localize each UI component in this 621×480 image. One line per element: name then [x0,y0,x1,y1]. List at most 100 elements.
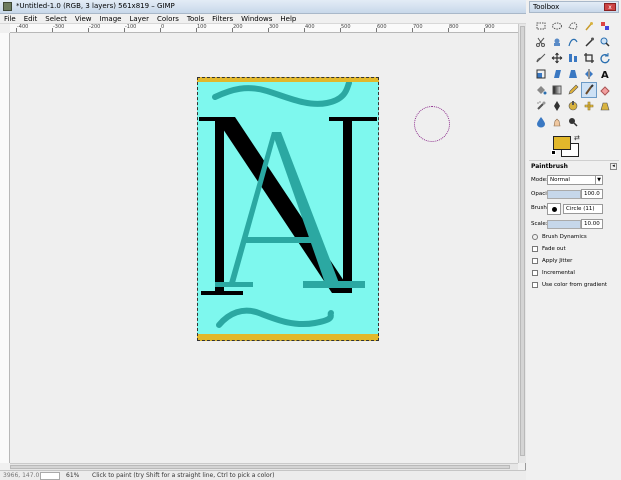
horizontal-scrollbar[interactable] [10,463,518,470]
airbrush-icon[interactable] [533,98,549,114]
image-canvas[interactable] [197,77,379,341]
measure-icon[interactable] [533,50,549,66]
select-by-color-icon[interactable] [597,18,613,34]
color-picker-icon[interactable] [581,34,597,50]
vertical-scrollbar[interactable] [518,24,526,463]
fuzzy-select-glyph [585,22,593,31]
rotate-glyph [600,53,610,64]
heal-icon[interactable] [581,98,597,114]
perspective-icon[interactable] [565,66,581,82]
fade-out-checkbox[interactable] [532,246,538,252]
foreground-color-swatch[interactable] [553,136,571,150]
ruler-tick-label: 300 [269,24,279,30]
free-select-icon[interactable] [565,18,581,34]
color-picker-glyph [585,37,594,47]
configure-tab-icon[interactable]: ◂ [610,163,617,170]
blend-icon[interactable] [549,82,565,98]
clone-icon[interactable] [565,98,581,114]
close-icon[interactable]: x [604,3,616,11]
zoom-level[interactable]: 61% [66,472,79,479]
perspective-clone-icon[interactable] [597,98,613,114]
ink-icon[interactable] [549,98,565,114]
crop-glyph [584,53,594,63]
horizontal-ruler[interactable]: -400 -300 -200 -100 0 100 200 300 400 500 600 700 80… [10,24,518,33]
default-colors-icon[interactable] [551,150,556,155]
pencil-icon[interactable] [565,82,581,98]
ruler-tick-label: 600 [377,24,387,30]
unit-selector[interactable] [40,472,60,480]
brush-dynamics-label: Brush Dynamics [542,234,587,240]
move-icon[interactable] [549,50,565,66]
zoom-icon[interactable] [597,34,613,50]
bucket-fill-icon[interactable] [533,82,549,98]
apply-jitter-checkbox[interactable] [532,258,538,264]
menu-windows[interactable]: Windows [237,14,276,23]
brush-preview[interactable] [547,203,561,215]
menu-image[interactable]: Image [96,14,126,23]
eraser-icon[interactable] [597,82,613,98]
brush-dynamics-row[interactable]: Brush Dynamics [529,232,619,243]
paintbrush-icon[interactable] [581,82,597,98]
menu-colors[interactable]: Colors [153,14,183,23]
align-icon[interactable] [565,50,581,66]
statusbar: 3966, 147.0 61% Click to paint (try Shif… [0,470,526,480]
ruler-tick [124,28,125,32]
color-from-gradient-row[interactable]: Use color from gradient [529,280,619,291]
blur-icon[interactable] [533,114,549,130]
vertical-scrollbar-thumb[interactable] [520,26,525,456]
flip-icon[interactable] [581,66,597,82]
scale-slider-fill [548,221,580,228]
swap-colors-icon[interactable]: ⇄ [574,134,580,142]
rect-select-icon[interactable] [533,18,549,34]
vertical-ruler[interactable] [0,33,10,463]
fade-out-row[interactable]: Fade out [529,244,619,255]
menu-file[interactable]: File [0,14,20,23]
measure-glyph [536,53,546,63]
menu-filters[interactable]: Filters [208,14,237,23]
perspective-clone-glyph [600,102,610,111]
color-from-gradient-checkbox[interactable] [532,282,538,288]
ruler-tick [160,28,161,32]
paths-icon[interactable] [565,34,581,50]
heal-glyph [584,101,594,111]
incremental-checkbox[interactable] [532,270,538,276]
scale-slider[interactable] [547,220,581,229]
scale-icon[interactable] [533,66,549,82]
menu-view[interactable]: View [71,14,96,23]
menu-help[interactable]: Help [276,14,300,23]
crop-icon[interactable] [581,50,597,66]
menubar: File Edit Select View Image Layer Colors… [0,14,526,24]
smudge-icon[interactable] [549,114,565,130]
mode-select[interactable]: Normal ▼ [547,175,603,185]
menu-tools[interactable]: Tools [183,14,208,23]
scale-spin[interactable]: 10.00 [581,219,603,229]
dodge-burn-icon[interactable] [565,114,581,130]
fuzzy-select-icon[interactable] [581,18,597,34]
menu-edit[interactable]: Edit [20,14,42,23]
rotate-icon[interactable] [597,50,613,66]
opacity-slider[interactable] [547,190,581,199]
chevron-down-icon: ▼ [595,176,602,184]
horizontal-scrollbar-thumb[interactable] [10,465,510,469]
foreground-select-icon[interactable] [549,34,565,50]
incremental-row[interactable]: Incremental [529,268,619,279]
menu-layer[interactable]: Layer [125,14,153,23]
window-titlebar: *Untitled-1.0 (RGB, 3 layers) 561x819 – … [0,0,526,14]
scissors-select-icon[interactable] [533,34,549,50]
menu-select[interactable]: Select [41,14,71,23]
ruler-tick-label: 900 [485,24,495,30]
ruler-tick-label: -400 [17,24,29,30]
blend-glyph [552,85,562,95]
ruler-tick [412,28,413,32]
ellipse-select-icon[interactable] [549,18,565,34]
apply-jitter-row[interactable]: Apply Jitter [529,256,619,267]
opacity-spin[interactable]: 100.0 [581,189,603,199]
scissors-select-glyph [536,37,545,47]
ruler-tick [196,28,197,32]
color-from-gradient-label: Use color from gradient [542,282,608,288]
brush-name-field[interactable]: Circle (11) [563,204,603,214]
text-icon[interactable]: A [597,66,613,82]
shear-icon[interactable] [549,66,565,82]
shear-glyph [554,70,561,78]
fade-out-label: Fade out [542,246,566,252]
